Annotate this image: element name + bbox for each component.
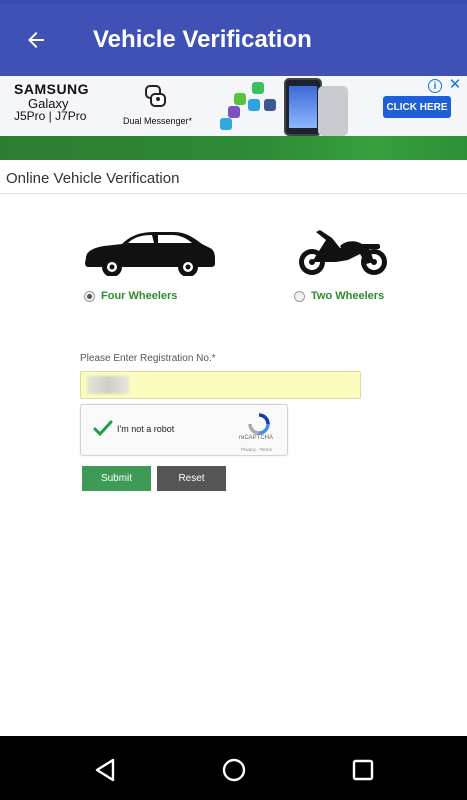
phone-image: [318, 86, 348, 136]
back-button[interactable]: [20, 24, 52, 56]
radio-four-wheelers[interactable]: Four Wheelers: [84, 290, 177, 302]
messenger-app-icon: [228, 106, 240, 118]
ad-banner[interactable]: SAMSUNG Galaxy J5Pro | J7Pro Dual Messen…: [0, 76, 467, 136]
header-banner-image: [0, 136, 467, 160]
system-nav-bar: [0, 736, 467, 800]
recaptcha-brand: reCAPTCHA: [239, 435, 274, 441]
ad-brand-line3: J5Pro | J7Pro: [14, 109, 87, 124]
radio-two-wheelers[interactable]: Two Wheelers: [294, 290, 384, 302]
radio-button-selected[interactable]: [84, 290, 95, 302]
ad-feature-text: Dual Messenger*: [123, 116, 193, 126]
recaptcha-widget[interactable]: I'm not a robot reCAPTCHA Privacy - Term…: [80, 404, 288, 456]
recaptcha-logo-icon: [248, 413, 270, 435]
reset-button[interactable]: Reset: [157, 466, 226, 491]
messenger-app-icon: [234, 93, 246, 105]
home-circle-icon[interactable]: [220, 756, 248, 784]
ad-brand-line1: SAMSUNG: [14, 81, 90, 97]
back-triangle-icon[interactable]: [91, 756, 119, 784]
arrow-back-icon: [28, 32, 44, 48]
registration-label: Please Enter Registration No.*: [80, 353, 216, 364]
recaptcha-label: I'm not a robot: [117, 424, 175, 434]
redacted-value: [87, 376, 129, 394]
app-bar: Vehicle Verification: [0, 4, 467, 76]
dual-messenger-icon: [145, 85, 166, 107]
messenger-app-icon: [252, 82, 264, 94]
radio-label-four-wheelers: Four Wheelers: [101, 290, 178, 302]
section-title: Online Vehicle Verification: [6, 170, 180, 187]
messenger-app-icon: [264, 99, 276, 111]
messenger-app-icon: [220, 118, 232, 130]
page-title: Vehicle Verification: [93, 26, 312, 53]
radio-label-two-wheelers: Two Wheelers: [311, 290, 385, 302]
checkmark-icon[interactable]: [93, 419, 113, 439]
messenger-app-icon: [248, 99, 260, 111]
submit-button[interactable]: Submit: [82, 466, 151, 491]
recaptcha-links[interactable]: Privacy - Terms: [241, 447, 272, 452]
ad-info-icon[interactable]: i: [428, 79, 442, 93]
ad-close-icon[interactable]: ✕: [447, 77, 463, 93]
registration-input[interactable]: [80, 371, 361, 399]
motorcycle-icon[interactable]: [296, 226, 392, 278]
phone-image: [284, 78, 322, 136]
ad-brand-line2: Galaxy: [28, 95, 69, 111]
divider: [0, 193, 467, 194]
recents-square-icon[interactable]: [349, 756, 377, 784]
ad-click-button[interactable]: CLICK HERE: [383, 96, 451, 118]
car-icon[interactable]: [82, 226, 216, 276]
radio-button[interactable]: [294, 290, 305, 302]
ad-brand: SAMSUNG Galaxy J5Pro | J7Pro: [14, 82, 94, 123]
